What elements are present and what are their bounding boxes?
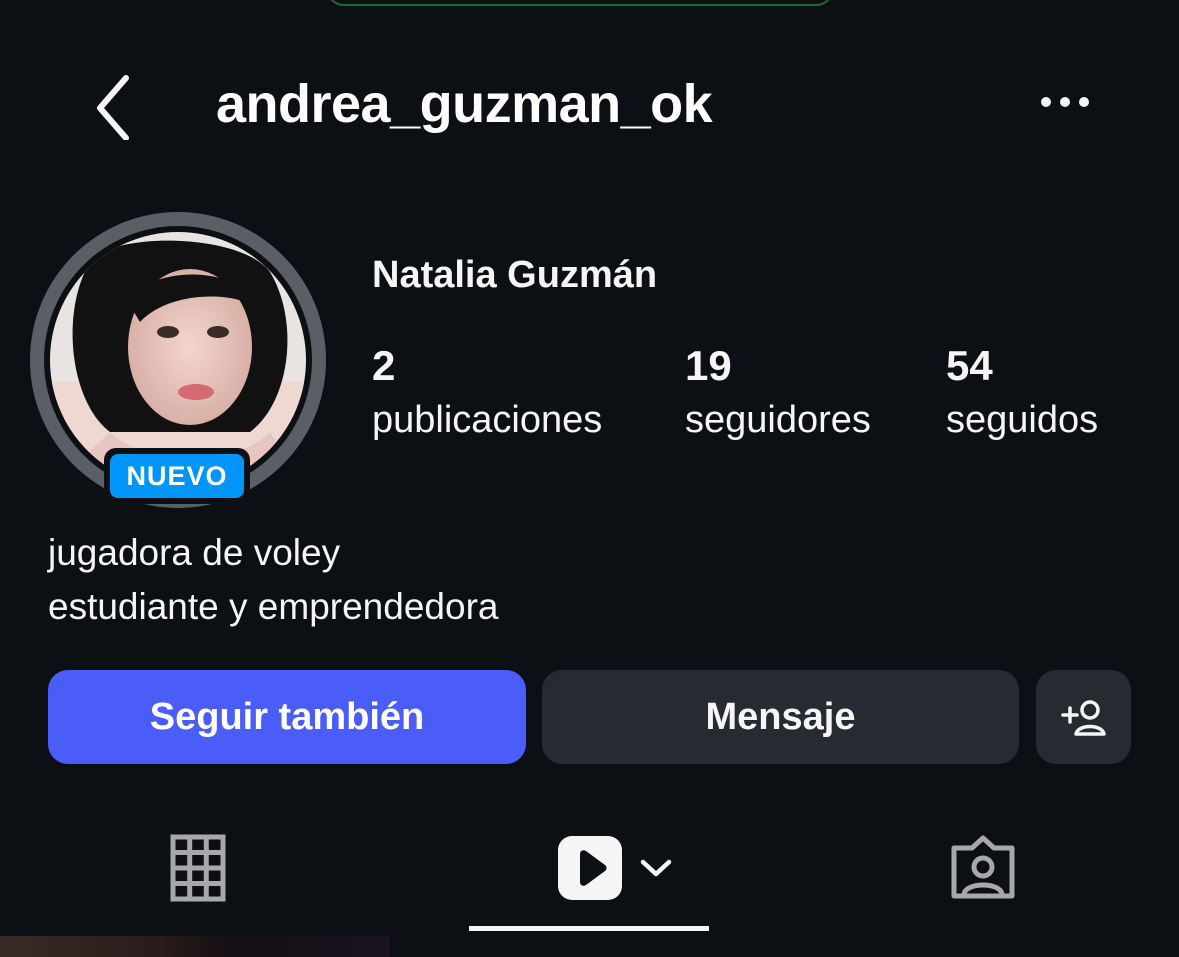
more-horizontal-icon bbox=[1041, 97, 1089, 107]
more-options-button[interactable] bbox=[1030, 82, 1100, 122]
chevron-left-icon bbox=[97, 75, 129, 141]
stat-posts-value: 2 bbox=[372, 342, 396, 389]
display-name: Natalia Guzmán bbox=[372, 254, 658, 296]
bio: jugadora de voley estudiante y emprended… bbox=[48, 526, 498, 634]
stat-followers[interactable]: 19 seguidores bbox=[685, 340, 871, 448]
stat-posts[interactable]: 2 publicaciones bbox=[372, 340, 602, 448]
message-button[interactable]: Mensaje bbox=[542, 670, 1019, 764]
tab-posts[interactable] bbox=[170, 834, 226, 907]
bio-line: estudiante y emprendedora bbox=[48, 586, 499, 627]
stat-followers-value: 19 bbox=[685, 342, 732, 389]
stat-followers-label: seguidores bbox=[685, 399, 871, 441]
tab-tagged[interactable] bbox=[948, 834, 1018, 907]
profile-username: andrea_guzman_ok bbox=[216, 74, 713, 134]
tagged-icon bbox=[951, 835, 1015, 899]
follow-back-label: Seguir también bbox=[149, 695, 425, 738]
dynamic-island-outline bbox=[326, 0, 834, 6]
add-user-icon bbox=[1060, 700, 1106, 736]
suggest-users-button[interactable] bbox=[1036, 670, 1131, 764]
tab-reels[interactable] bbox=[556, 834, 680, 907]
new-badge-label: NUEVO bbox=[110, 454, 244, 498]
message-label: Mensaje bbox=[705, 695, 856, 738]
new-badge: NUEVO bbox=[104, 448, 250, 504]
reels-icon bbox=[558, 836, 672, 900]
stat-following-value: 54 bbox=[946, 342, 993, 389]
selected-tab-indicator bbox=[469, 926, 709, 931]
profile-header: andrea_guzman_ok bbox=[0, 60, 1179, 150]
stat-posts-label: publicaciones bbox=[372, 399, 603, 441]
back-button[interactable] bbox=[88, 70, 148, 141]
grid-icon bbox=[170, 834, 226, 902]
profile-tabs bbox=[0, 820, 1179, 940]
post-thumbnail-preview[interactable] bbox=[0, 936, 390, 957]
stat-following[interactable]: 54 seguidos bbox=[946, 340, 1098, 448]
stat-following-label: seguidos bbox=[946, 399, 1099, 441]
follow-back-button[interactable]: Seguir también bbox=[48, 670, 526, 764]
bio-line: jugadora de voley bbox=[48, 532, 341, 573]
